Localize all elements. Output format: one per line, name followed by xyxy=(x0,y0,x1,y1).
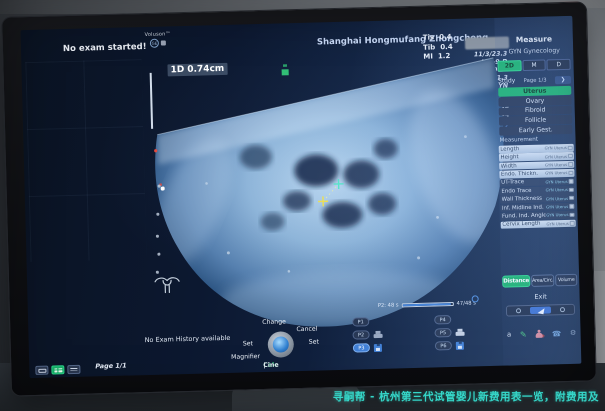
measurement-result-label: 1D 0.74cm xyxy=(167,63,227,77)
save-icon xyxy=(456,342,464,350)
pkey-p4[interactable]: P4 xyxy=(434,315,451,324)
tool-button[interactable]: Area/Circ. xyxy=(531,274,555,287)
save-icon xyxy=(374,344,382,352)
utility-icons: a ✎ + ☎ ⚙ xyxy=(502,327,580,341)
cine-progress-label: P2: 48 s xyxy=(378,302,399,309)
cine-progress-bar xyxy=(402,302,454,307)
caliper-index: 1D xyxy=(170,65,184,75)
trackball-set-left-label: Set xyxy=(243,340,253,347)
phone-icon[interactable]: ☎ xyxy=(552,329,562,338)
row-checkbox[interactable] xyxy=(569,179,574,184)
single-view-icon[interactable] xyxy=(35,366,48,375)
study-item[interactable]: Early Gest. xyxy=(499,125,572,136)
trackball-change-label: Change xyxy=(262,318,286,326)
row-checkbox[interactable] xyxy=(569,204,574,209)
study-next-page-button[interactable]: ❯ xyxy=(555,75,571,83)
watermark-text: 寻嗣帮 - 杭州第三代试管婴儿新费用表一览，附费用及 xyxy=(333,389,599,404)
mode-tab[interactable]: M xyxy=(522,59,546,71)
row-checkbox[interactable] xyxy=(568,162,573,167)
tgc-active-dot[interactable] xyxy=(161,187,165,191)
trackball-magnifier-label: Magnifier xyxy=(231,353,260,361)
measure-panel: Measure GYN Gynecology 2DMD Study Page 1… xyxy=(494,16,581,366)
printer-icon xyxy=(455,329,464,336)
monitor-bezel: No exam started! Voluson™ GE Shanghai Ho… xyxy=(1,1,597,396)
study-page: Page 1/3 xyxy=(515,77,555,84)
quad-view-icon[interactable] xyxy=(51,365,64,374)
hospital-name: Shanghai Hongmufang Zhongcheng xyxy=(317,33,489,47)
caliper-value: 0.74cm xyxy=(187,64,224,75)
voluson-logo: Voluson™ GE xyxy=(145,31,172,48)
add-patient-icon[interactable]: + xyxy=(535,329,543,338)
mode-tab[interactable]: D xyxy=(547,59,571,71)
measurement-row[interactable]: Cervix Length GYN Uterus xyxy=(501,219,576,229)
pkey-cluster: P2: 48 s 47/48 s P1 P2 P3 P4 P5 P6 xyxy=(342,296,486,362)
tgc-dot[interactable] xyxy=(156,213,159,216)
exam-status-text: No exam started! xyxy=(63,42,147,54)
tgc-dot[interactable] xyxy=(157,253,160,256)
printer-icon xyxy=(373,331,382,338)
pointer-option-cursor[interactable] xyxy=(530,306,551,314)
pkey-p2[interactable]: P2 xyxy=(352,330,369,339)
measurement-rows: Length GYN Uterus Height GYN Uterus Widt… xyxy=(499,144,576,229)
row-checkbox[interactable] xyxy=(569,187,574,192)
trackball-icon xyxy=(267,331,294,358)
row-checkbox[interactable] xyxy=(569,212,574,217)
pkey-p1[interactable]: P1 xyxy=(352,317,369,326)
mode-tab[interactable]: 2D xyxy=(497,60,521,72)
pkey-p5[interactable]: P5 xyxy=(434,328,451,337)
pkey-p6[interactable]: P6 xyxy=(435,341,452,350)
pointer-option-left[interactable] xyxy=(508,307,529,315)
tgc-dot[interactable] xyxy=(156,235,159,238)
measurement-section-label: Measurement xyxy=(499,137,538,144)
exit-button[interactable]: Exit xyxy=(502,292,580,302)
circle-icon xyxy=(560,307,565,312)
pencil-icon[interactable]: ✎ xyxy=(520,330,527,339)
row-checkbox[interactable] xyxy=(568,154,573,159)
trackball-cancel-label: Cancel xyxy=(296,326,317,334)
gear-icon[interactable]: ⚙ xyxy=(570,329,576,337)
row-checkbox[interactable] xyxy=(570,221,575,226)
list-view-icon[interactable] xyxy=(67,365,80,374)
layout-view-icons xyxy=(35,365,80,375)
ultrasound-screen: No exam started! Voluson™ GE Shanghai Ho… xyxy=(20,16,581,378)
study-item[interactable]: Ovary xyxy=(498,96,571,107)
study-item[interactable]: Uterus xyxy=(498,86,571,97)
tool-button[interactable]: Volume xyxy=(555,274,577,287)
mode-tabs: 2DMD xyxy=(497,59,570,72)
body-marker-uterus-icon xyxy=(153,273,182,296)
panel-title: Measure xyxy=(495,34,573,45)
circle-icon xyxy=(516,308,521,313)
row-checkbox[interactable] xyxy=(568,145,573,150)
tool-button[interactable]: Distance xyxy=(502,275,530,288)
page-indicator: Page 1/1 xyxy=(95,362,127,371)
monitor-photo: No exam started! Voluson™ GE Shanghai Ho… xyxy=(0,0,605,411)
tool-buttons: DistanceArea/Circ.Volume xyxy=(502,274,577,288)
study-label: Study xyxy=(498,77,516,84)
row-checkbox[interactable] xyxy=(569,196,574,201)
plus-badge: + xyxy=(541,335,546,340)
measurement-row[interactable]: Fund. Ind. Angle GYN Uterus xyxy=(500,211,575,221)
panel-category: GYN Gynecology xyxy=(495,47,573,56)
study-list: UterusOvaryFibroidFollicleEarly Gest. xyxy=(498,86,572,136)
pkey-p3[interactable]: P3 xyxy=(353,343,370,352)
parameter-grid xyxy=(25,59,146,262)
trackball-set-right-label: Set xyxy=(309,339,319,346)
cursor-icon xyxy=(537,307,544,314)
pointer-option-right[interactable] xyxy=(552,306,573,314)
chevron-right-icon: ❯ xyxy=(561,76,566,82)
brand-name: Voluson™ xyxy=(145,31,171,38)
pointer-mode-tabbar xyxy=(506,304,575,317)
orientation-marker-icon xyxy=(281,64,288,75)
text-annotation-icon[interactable]: a xyxy=(507,330,512,338)
trackball-hint: Change Cancel Set Set Magnifier Calc | C… xyxy=(228,318,339,373)
row-checkbox[interactable] xyxy=(568,171,573,176)
brand-mark-icon xyxy=(161,40,166,45)
ge-logo-icon: GE xyxy=(150,39,159,48)
